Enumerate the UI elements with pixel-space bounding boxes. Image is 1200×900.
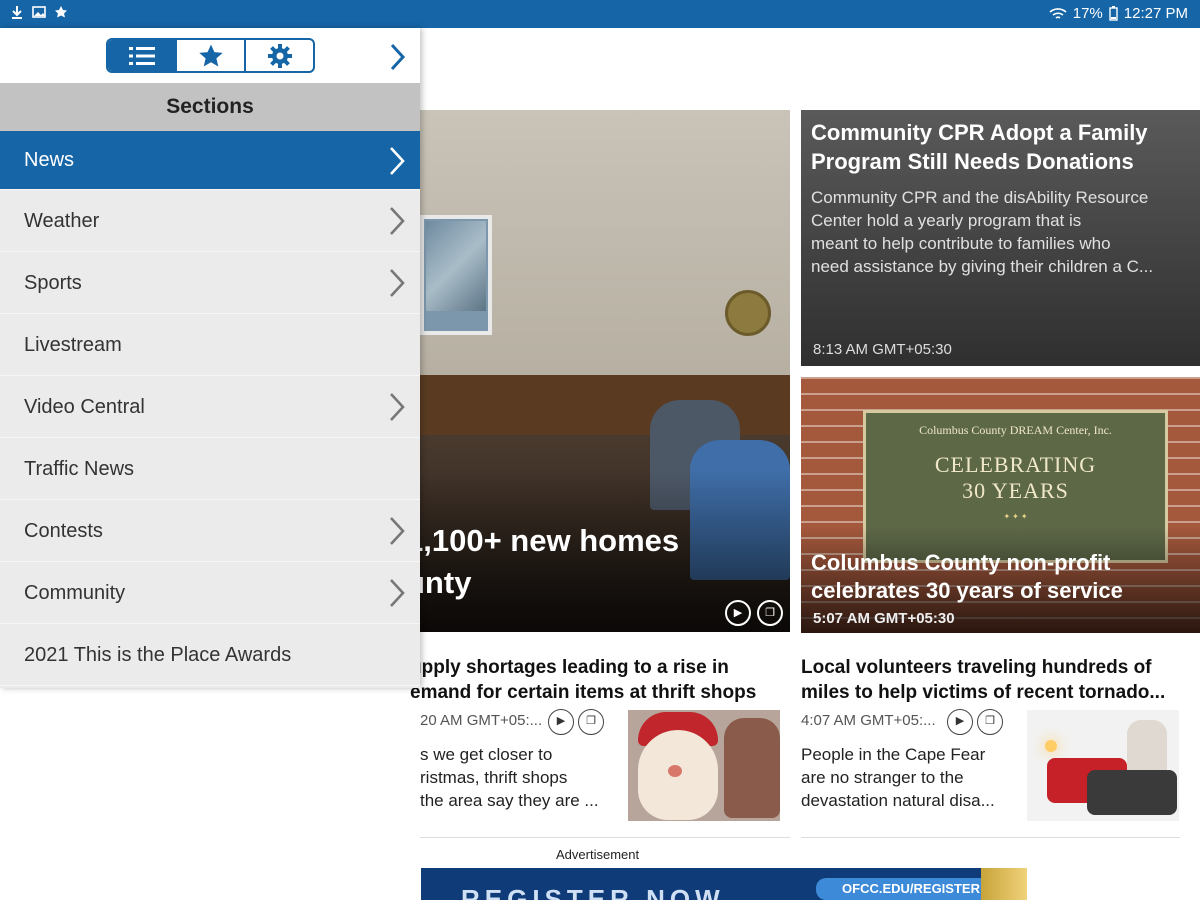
story-title: upply shortages leading to a rise in ema…	[410, 657, 757, 703]
advertisement-banner[interactable]: REGISTER NOW OFCC.EDU/REGISTER	[421, 868, 1027, 900]
wifi-icon	[1049, 7, 1067, 19]
sidebar-item-livestream[interactable]: Livestream	[0, 314, 420, 376]
story-timestamp: 8:13 AM GMT+05:30	[813, 341, 952, 358]
sidebar-item-traffic-news[interactable]: Traffic News	[0, 438, 420, 500]
video-icon[interactable]: ▶	[548, 709, 574, 735]
story-thumbnail	[1027, 710, 1179, 821]
story-summary: Community CPR and the disAbility Resourc…	[811, 188, 1154, 276]
story-timestamp: 5:07 AM GMT+05:30	[813, 610, 955, 627]
sidebar-item-place-awards[interactable]: 2021 This is the Place Awards	[0, 624, 420, 686]
projector-screen	[420, 215, 492, 335]
story-title: Columbus County non-profit celebrates 30…	[811, 550, 1123, 603]
hero-media-icons: ▶ ❐	[725, 600, 783, 626]
tab-settings[interactable]	[246, 40, 313, 71]
chevron-right-icon	[390, 517, 405, 545]
notification-icon	[55, 6, 67, 18]
story-thumbnail	[628, 710, 780, 821]
navigation-drawer: Sections News Weather Sports Livestream …	[0, 28, 420, 688]
video-icon[interactable]: ▶	[947, 709, 973, 735]
status-bar: 17% 12:27 PM	[0, 0, 1200, 28]
chevron-right-icon	[390, 269, 405, 297]
sections-list-icon	[128, 46, 155, 65]
tab-sections[interactable]	[108, 40, 177, 71]
status-right: 17% 12:27 PM	[1049, 5, 1188, 22]
sections-menu: News Weather Sports Livestream Video Cen…	[0, 131, 420, 686]
gallery-icon[interactable]: ❐	[977, 709, 1003, 735]
drawer-forward-chevron-icon[interactable]	[386, 42, 408, 72]
clock: 12:27 PM	[1123, 5, 1188, 22]
sidebar-item-weather[interactable]: Weather	[0, 190, 420, 252]
story-title: Local volunteers traveling hundreds of m…	[801, 657, 1166, 703]
sidebar-item-sports[interactable]: Sports	[0, 252, 420, 314]
story-media-icons: ▶ ❐	[548, 709, 604, 735]
drawer-tab-switcher	[106, 38, 315, 73]
county-seal	[725, 290, 771, 336]
divider	[420, 837, 790, 838]
settings-gear-icon	[267, 43, 292, 68]
favorites-star-icon	[198, 44, 223, 66]
hero-story-card[interactable]: 1,100+ new homes unty ▶ ❐	[420, 110, 790, 632]
story-title: Community CPR Adopt a Family Program Sti…	[811, 120, 1148, 174]
gallery-icon[interactable]: ❐	[578, 709, 604, 735]
divider	[801, 837, 1180, 838]
chevron-right-icon	[390, 207, 405, 235]
gallery-icon[interactable]: ❐	[757, 600, 783, 626]
advertisement-label: Advertisement	[556, 847, 640, 862]
battery-percent: 17%	[1072, 5, 1103, 22]
story-timestamp: 20 AM GMT+05:...	[420, 712, 543, 729]
sidebar-item-community[interactable]: Community	[0, 562, 420, 624]
image-icon	[32, 6, 46, 18]
tab-favorites[interactable]	[177, 40, 246, 71]
story-item-tornado[interactable]: Local volunteers traveling hundreds of m…	[801, 655, 1200, 825]
chevron-right-icon	[390, 579, 405, 607]
chevron-right-icon	[390, 147, 405, 175]
story-summary: s we get closer to ristmas, thrift shops…	[420, 745, 599, 810]
battery-icon	[1109, 6, 1118, 21]
story-media-icons: ▶ ❐	[947, 709, 1003, 735]
story-summary: People in the Cape Fear are no stranger …	[801, 745, 995, 810]
download-icon	[12, 6, 22, 19]
sidebar-item-news[interactable]: News	[0, 131, 420, 190]
drawer-toolbar	[0, 28, 420, 83]
story-card-cpr[interactable]: Community CPR Adopt a Family Program Sti…	[801, 110, 1200, 366]
sections-header: Sections	[0, 83, 420, 131]
sidebar-item-contests[interactable]: Contests	[0, 500, 420, 562]
chevron-right-icon	[390, 393, 405, 421]
video-icon[interactable]: ▶	[725, 600, 751, 626]
story-card-dream-center[interactable]: Columbus County DREAM Center, Inc. CELEB…	[801, 377, 1200, 633]
status-left-icons	[10, 5, 68, 19]
hero-story-title: 1,100+ new homes unty	[420, 523, 680, 600]
sidebar-item-video-central[interactable]: Video Central	[0, 376, 420, 438]
story-item-thrift[interactable]: upply shortages leading to a rise in ema…	[410, 655, 790, 825]
story-timestamp: 4:07 AM GMT+05:...	[801, 712, 936, 729]
